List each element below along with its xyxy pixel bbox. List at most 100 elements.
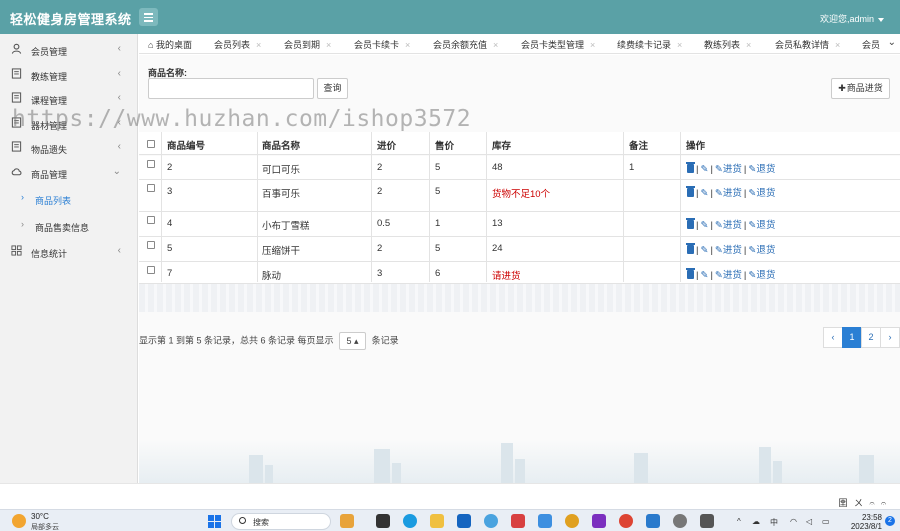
tab-member-expiry[interactable]: 会员到期 ×: [284, 38, 331, 51]
select-all-checkbox[interactable]: [147, 140, 155, 148]
app-icon[interactable]: [673, 514, 687, 528]
page-size-select[interactable]: 5 ▴: [339, 332, 367, 350]
clock[interactable]: 23:58 2023/8/1: [851, 513, 882, 531]
widget-app-icon[interactable]: [340, 514, 354, 528]
search-input[interactable]: [148, 78, 314, 99]
restock-link[interactable]: ✎进货: [715, 220, 742, 231]
mail-icon[interactable]: [457, 514, 471, 528]
tab-card-types[interactable]: 会员卡类型管理 ×: [521, 38, 595, 51]
search-icon: [239, 517, 246, 524]
sidebar-item-statistics[interactable]: 信息统计 ‹: [0, 240, 138, 264]
close-icon[interactable]: ×: [590, 40, 595, 50]
product-name: 脉动: [262, 271, 282, 282]
tab-balance-recharge[interactable]: 会员余额充值 ×: [433, 38, 498, 51]
ime-icon[interactable]: 中: [770, 517, 778, 528]
row-actions: | ✎ | ✎进货 | ✎退货: [686, 185, 775, 199]
task-view-icon[interactable]: [376, 514, 390, 528]
chevron-down-icon[interactable]: ⌄: [888, 37, 896, 48]
edit-icon[interactable]: ✎: [700, 245, 708, 256]
separator: |: [743, 164, 747, 175]
separator: |: [696, 188, 699, 199]
row-checkbox[interactable]: [147, 266, 155, 274]
close-icon[interactable]: ×: [677, 40, 682, 50]
restock-link[interactable]: ✎进货: [715, 164, 742, 175]
return-link[interactable]: ✎退货: [748, 220, 775, 231]
sidebar-item-product-list[interactable]: › 商品列表: [0, 187, 138, 211]
restock-link[interactable]: ✎进货: [715, 188, 742, 199]
return-link[interactable]: ✎退货: [748, 245, 775, 256]
chevron-down-icon: ⌄: [112, 166, 121, 177]
restock-link[interactable]: ✎进货: [715, 245, 742, 256]
battery-icon[interactable]: ▭: [822, 517, 830, 526]
add-product-button[interactable]: ✚商品进货: [831, 78, 890, 99]
taskbar-search[interactable]: 搜索: [231, 513, 331, 530]
ide-icon[interactable]: [592, 514, 606, 528]
close-icon[interactable]: ×: [493, 40, 498, 50]
tab-renewal-records[interactable]: 续费续卡记录 ×: [617, 38, 682, 51]
edit-icon[interactable]: ✎: [700, 164, 708, 175]
tab-coach-list[interactable]: 教练列表 ×: [704, 38, 751, 51]
sidebar-item-lost-items[interactable]: 物品遗失 ‹: [0, 136, 138, 160]
chevron-up-icon[interactable]: ^: [737, 517, 741, 526]
close-icon[interactable]: ×: [326, 40, 331, 50]
row-checkbox[interactable]: [147, 160, 155, 168]
chrome-icon[interactable]: [619, 514, 633, 528]
windows-start-icon[interactable]: [208, 515, 221, 528]
app-icon[interactable]: [484, 514, 498, 528]
next-page-button[interactable]: ›: [880, 327, 900, 348]
close-icon[interactable]: ×: [746, 40, 751, 50]
delete-icon[interactable]: [686, 243, 695, 254]
file-explorer-icon[interactable]: [430, 514, 444, 528]
row-checkbox[interactable]: [147, 241, 155, 249]
volume-icon[interactable]: ◁: [806, 517, 812, 526]
sidebar-item-product-sales[interactable]: › 商品售卖信息: [0, 214, 138, 238]
sidebar-item-products[interactable]: 商品管理 ⌄: [0, 161, 138, 185]
sidebar-item-coaches[interactable]: 教练管理 ‹: [0, 63, 138, 87]
sidebar-item-label: 会员管理: [31, 47, 68, 57]
tab-member-list[interactable]: 会员列表 ×: [214, 38, 261, 51]
tab-desktop[interactable]: ⌂ 我的桌面: [148, 38, 192, 51]
row-checkbox[interactable]: [147, 216, 155, 224]
close-icon[interactable]: ×: [256, 40, 261, 50]
ime-toolbar[interactable]: 圉 ㄨ 𝄐 𝄐: [838, 496, 888, 509]
page-button-2[interactable]: 2: [861, 327, 881, 348]
edit-icon[interactable]: ✎: [700, 220, 708, 231]
weather-icon[interactable]: [12, 514, 26, 528]
return-link[interactable]: ✎退货: [748, 164, 775, 175]
notification-badge[interactable]: 2: [885, 516, 895, 526]
sidebar-item-members[interactable]: 会员管理 ‹: [0, 38, 138, 62]
delete-icon[interactable]: [686, 268, 695, 279]
tab-label: 会员余额充值: [433, 40, 488, 50]
app-icon[interactable]: [511, 514, 525, 528]
return-link[interactable]: ✎退货: [748, 270, 775, 281]
close-icon[interactable]: ×: [835, 40, 840, 50]
pagination: ‹ 1 2 ›: [823, 327, 900, 348]
page-button-1[interactable]: 1: [842, 327, 862, 348]
row-actions: | ✎ | ✎进货 | ✎退货: [686, 161, 775, 175]
app-icon[interactable]: [700, 514, 714, 528]
sidebar-item-label: 商品列表: [35, 196, 72, 206]
clock-date: 2023/8/1: [850, 522, 882, 531]
edit-icon[interactable]: ✎: [700, 270, 708, 281]
menu-toggle-button[interactable]: [139, 8, 158, 26]
restock-link[interactable]: ✎进货: [715, 270, 742, 281]
wifi-icon[interactable]: ◠: [790, 517, 797, 526]
cloud-icon[interactable]: ☁: [752, 517, 760, 526]
tab-member-more[interactable]: 会员: [862, 38, 880, 51]
cloud-app-icon[interactable]: [538, 514, 552, 528]
edge-browser-icon[interactable]: [403, 514, 417, 528]
close-icon[interactable]: ×: [405, 40, 410, 50]
tab-card-renewal[interactable]: 会员卡续卡 ×: [354, 38, 410, 51]
user-menu[interactable]: 欢迎您,admin: [820, 12, 884, 25]
search-button[interactable]: 查询: [317, 78, 348, 99]
edit-icon[interactable]: ✎: [700, 188, 708, 199]
delete-icon[interactable]: [686, 186, 695, 197]
row-checkbox[interactable]: [147, 184, 155, 192]
chrome-icon[interactable]: [565, 514, 579, 528]
vscode-icon[interactable]: [646, 514, 660, 528]
return-link[interactable]: ✎退货: [748, 188, 775, 199]
tab-private-coach[interactable]: 会员私教详情 ×: [775, 38, 840, 51]
delete-icon[interactable]: [686, 218, 695, 229]
delete-icon[interactable]: [686, 162, 695, 173]
prev-page-button[interactable]: ‹: [823, 327, 843, 348]
